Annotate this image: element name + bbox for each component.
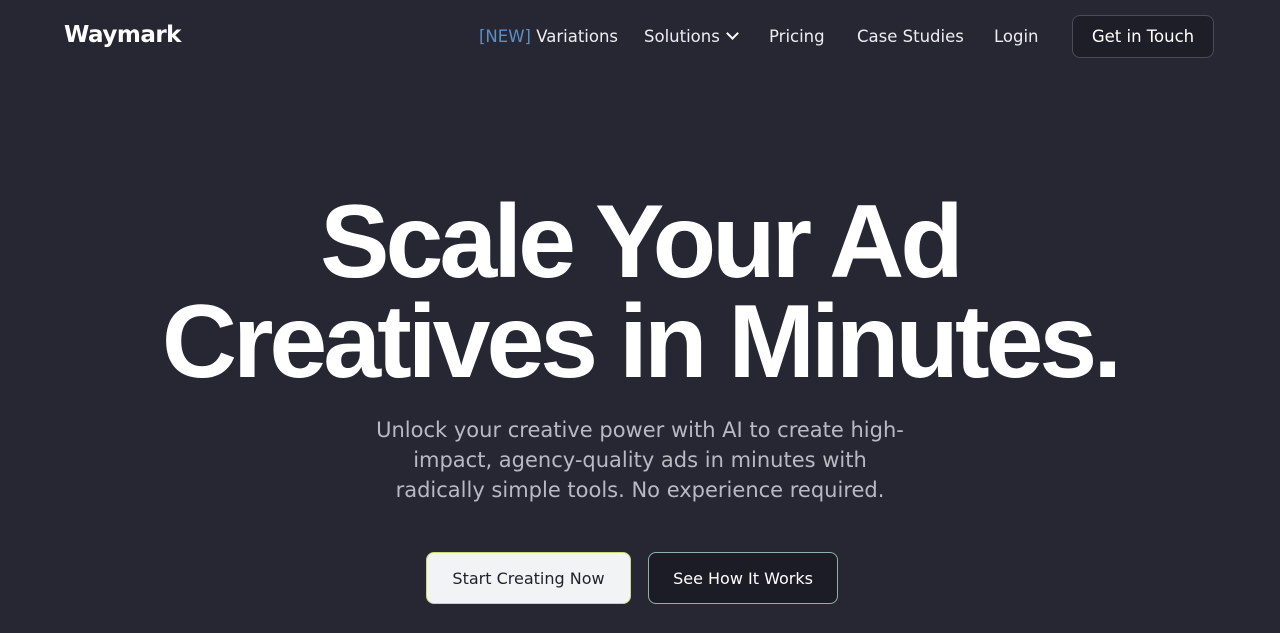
nav-item-login[interactable]: Login bbox=[994, 27, 1039, 46]
nav-item-variations[interactable]: [NEW] Variations bbox=[479, 27, 618, 46]
new-badge: [NEW] bbox=[479, 27, 531, 46]
see-how-it-works-button[interactable]: See How It Works bbox=[648, 552, 838, 604]
hero-subtitle-line-2: impact, agency-quality ads in minutes wi… bbox=[413, 448, 867, 472]
hero-title-line-1: Scale Your Ad bbox=[320, 184, 964, 300]
nav-item-variations-label: Variations bbox=[536, 27, 619, 46]
hero-title-line-2: Creatives in Minutes. bbox=[161, 284, 1122, 400]
start-creating-button[interactable]: Start Creating Now bbox=[426, 552, 631, 604]
hero-subtitle: Unlock your creative power with AI to cr… bbox=[340, 415, 940, 505]
waymark-logo[interactable]: Waymark bbox=[64, 22, 181, 48]
get-in-touch-button[interactable]: Get in Touch bbox=[1072, 15, 1214, 58]
hero-subtitle-line-3: radically simple tools. No experience re… bbox=[395, 478, 885, 502]
hero-title: Scale Your Ad Creatives in Minutes. bbox=[0, 184, 1280, 400]
nav-item-pricing[interactable]: Pricing bbox=[769, 27, 825, 46]
hero-subtitle-line-1: Unlock your creative power with AI to cr… bbox=[376, 418, 904, 442]
nav-item-solutions-label: Solutions bbox=[644, 27, 720, 46]
top-navigation: Waymark [NEW] Variations Solutions Prici… bbox=[0, 0, 1280, 74]
chevron-down-icon bbox=[725, 27, 739, 40]
nav-item-solutions[interactable]: Solutions bbox=[644, 27, 739, 46]
nav-item-case-studies[interactable]: Case Studies bbox=[857, 27, 964, 46]
